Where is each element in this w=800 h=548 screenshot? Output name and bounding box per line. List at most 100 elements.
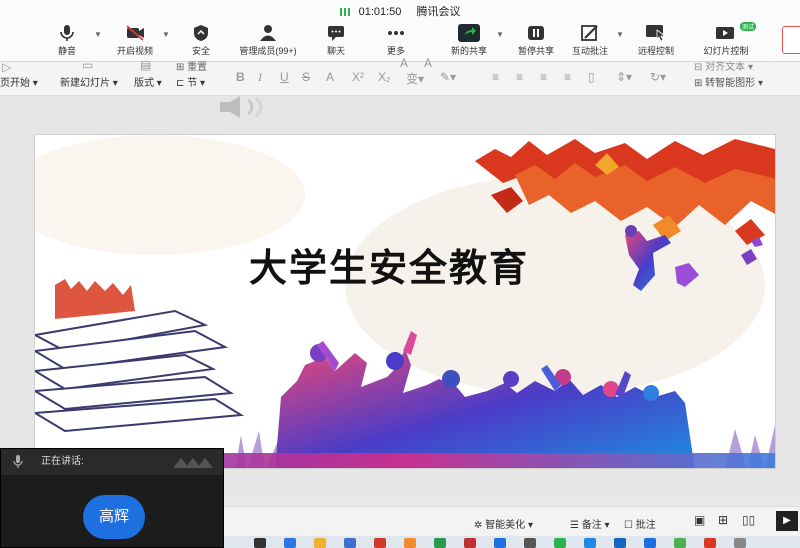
new-slide-icon: ▭ bbox=[82, 58, 94, 72]
new-share-button[interactable]: 新的共享 bbox=[446, 24, 492, 60]
smartart-button[interactable]: ⊞ 转智能图形 ▾ bbox=[694, 74, 763, 89]
taskbar-app-icon[interactable] bbox=[404, 538, 416, 548]
books-stack-decoration bbox=[35, 309, 245, 433]
taskbar-app-icon[interactable] bbox=[674, 538, 686, 548]
font-size-increase-icon[interactable]: A bbox=[400, 56, 408, 70]
speaking-label: 正在讲话: bbox=[41, 456, 84, 467]
share-screen-icon bbox=[458, 24, 480, 42]
more-dots-icon bbox=[388, 31, 404, 35]
slide-control-icon bbox=[716, 27, 734, 39]
microphone-icon bbox=[13, 455, 23, 468]
small-figures-decoration bbox=[55, 279, 135, 319]
align-text-button[interactable]: ⊟ 对齐文本 ▾ bbox=[694, 58, 753, 73]
speaker-avatar[interactable]: 高辉 bbox=[83, 495, 145, 539]
taskbar-app-icon[interactable] bbox=[494, 538, 506, 548]
speaker-header: 正在讲话: bbox=[1, 449, 223, 475]
reset-button[interactable]: ⊞ 重置 bbox=[176, 58, 207, 73]
play-circle-icon[interactable]: ▷ bbox=[2, 60, 11, 74]
bold-icon[interactable]: B bbox=[236, 70, 245, 84]
remote-control-button[interactable]: 远程控制 bbox=[634, 24, 678, 60]
taskbar-app-icon[interactable] bbox=[314, 538, 326, 548]
pause-icon bbox=[528, 26, 544, 40]
align-right-icon[interactable]: ≡ bbox=[540, 70, 547, 84]
layout-icon: ▤ bbox=[140, 58, 152, 72]
superscript-icon[interactable]: X² bbox=[352, 70, 364, 84]
speaker-volume-icon bbox=[220, 96, 263, 118]
pen-annotate-icon bbox=[581, 25, 598, 41]
pause-share-button[interactable]: 暂停共享 bbox=[514, 24, 558, 60]
remote-control-icon bbox=[646, 25, 667, 42]
video-button[interactable]: 开启视频 bbox=[110, 24, 160, 60]
security-button[interactable]: 安全 bbox=[186, 24, 216, 60]
mute-options-caret[interactable]: ▼ bbox=[94, 30, 102, 39]
taskbar-app-icon[interactable] bbox=[734, 538, 746, 548]
slide-title[interactable]: 大学生安全教育 bbox=[249, 237, 529, 292]
meeting-app-name: 腾讯会议 bbox=[416, 6, 461, 18]
justify-icon[interactable]: ≡ bbox=[564, 70, 571, 84]
italic-icon[interactable]: I bbox=[258, 70, 262, 85]
test-badge: 测试 bbox=[739, 22, 756, 31]
strikethrough-icon[interactable]: S bbox=[302, 70, 310, 84]
chat-button[interactable]: 聊天 bbox=[322, 24, 350, 60]
slide-canvas[interactable]: 大学生安全教育 bbox=[34, 134, 776, 469]
more-button[interactable]: 更多 bbox=[382, 24, 410, 60]
taskbar-app-icon[interactable] bbox=[254, 538, 266, 548]
members-button[interactable]: 管理成员(99+) bbox=[232, 24, 304, 60]
status-bar: ✲ 智能美化 ▾ ☰ 备注 ▾ ☐ 批注 ▣ ⊞ ▯▯ ▶ bbox=[224, 506, 800, 536]
new-slide-button[interactable]: 新建幻灯片 ▾ bbox=[60, 74, 118, 89]
mute-button[interactable]: 静音 bbox=[52, 24, 82, 60]
slide-control-button[interactable]: 幻灯片控制 测试 bbox=[700, 22, 756, 60]
signal-icon bbox=[339, 8, 350, 17]
text-direction-icon[interactable]: ↻▾ bbox=[650, 70, 666, 84]
text-effects-icon[interactable]: 变▾ bbox=[406, 70, 424, 87]
align-center-icon[interactable]: ≡ bbox=[516, 70, 523, 84]
annotate-options-caret[interactable]: ▼ bbox=[616, 30, 624, 39]
speaker-panel: 正在讲话: 高辉 bbox=[0, 448, 224, 548]
taskbar-app-icon[interactable] bbox=[464, 538, 476, 548]
slideshow-play-icon[interactable]: ▶ bbox=[776, 511, 798, 531]
notes-button[interactable]: ☰ 备注 ▾ bbox=[570, 516, 610, 531]
taskbar-app-icon[interactable] bbox=[344, 538, 356, 548]
os-taskbar bbox=[224, 536, 800, 548]
comments-button[interactable]: ☐ 批注 bbox=[624, 516, 656, 531]
underline-icon[interactable]: U bbox=[280, 70, 289, 84]
presentation-ribbon: ▷ 页开始 ▾ ▭ 新建幻灯片 ▾ ▤ 版式 ▾ ⊞ 重置 ⊏ 节 ▾ A A … bbox=[0, 56, 800, 96]
audio-wave-icon bbox=[173, 458, 213, 468]
taskbar-app-icon[interactable] bbox=[284, 538, 296, 548]
camera-off-icon bbox=[126, 25, 144, 41]
taskbar-app-icon[interactable] bbox=[644, 538, 656, 548]
meeting-title-bar: 01:01:50 腾讯会议 bbox=[0, 3, 800, 19]
taskbar-app-icon[interactable] bbox=[374, 538, 386, 548]
meeting-toolbar: 01:01:50 腾讯会议 静音 ▼ 开启视频 ▼ 安全 管理成员(99+) 聊… bbox=[0, 0, 800, 62]
layout-button[interactable]: 版式 ▾ bbox=[134, 74, 162, 89]
annotate-button[interactable]: 互动批注 bbox=[568, 24, 612, 60]
font-size-decrease-icon[interactable]: A bbox=[424, 56, 432, 70]
taskbar-app-icon[interactable] bbox=[614, 538, 626, 548]
video-options-caret[interactable]: ▼ bbox=[162, 30, 170, 39]
people-icon bbox=[260, 25, 276, 41]
normal-view-icon[interactable]: ▣ bbox=[694, 513, 705, 527]
slide-workspace: 大学生安全教育 bbox=[0, 96, 800, 496]
section-button[interactable]: ⊏ 节 ▾ bbox=[176, 74, 205, 89]
highlight-icon[interactable]: ✎▾ bbox=[440, 70, 456, 84]
taskbar-app-icon[interactable] bbox=[524, 538, 536, 548]
align-left-icon[interactable]: ≡ bbox=[492, 70, 499, 84]
taskbar-app-icon[interactable] bbox=[554, 538, 566, 548]
from-start-button[interactable]: 页开始 ▾ bbox=[0, 74, 38, 89]
taskbar-app-icon[interactable] bbox=[434, 538, 446, 548]
taskbar-app-icon[interactable] bbox=[704, 538, 716, 548]
taskbar-app-icon[interactable] bbox=[584, 538, 596, 548]
char-spacing-icon[interactable]: A bbox=[326, 70, 334, 84]
meeting-timer: 01:01:50 bbox=[358, 6, 402, 18]
leave-meeting-button[interactable] bbox=[782, 26, 800, 54]
microphone-icon bbox=[60, 25, 74, 41]
distribute-icon[interactable]: ▯ bbox=[588, 70, 595, 84]
slide-sorter-icon[interactable]: ⊞ bbox=[718, 513, 728, 527]
chat-icon bbox=[328, 26, 344, 41]
reading-view-icon[interactable]: ▯▯ bbox=[742, 513, 755, 527]
subscript-icon[interactable]: X₂ bbox=[378, 70, 391, 84]
line-spacing-icon[interactable]: ⇕▾ bbox=[616, 70, 632, 84]
share-options-caret[interactable]: ▼ bbox=[496, 30, 504, 39]
shield-icon bbox=[194, 25, 208, 41]
beautify-button[interactable]: ✲ 智能美化 ▾ bbox=[474, 516, 533, 531]
